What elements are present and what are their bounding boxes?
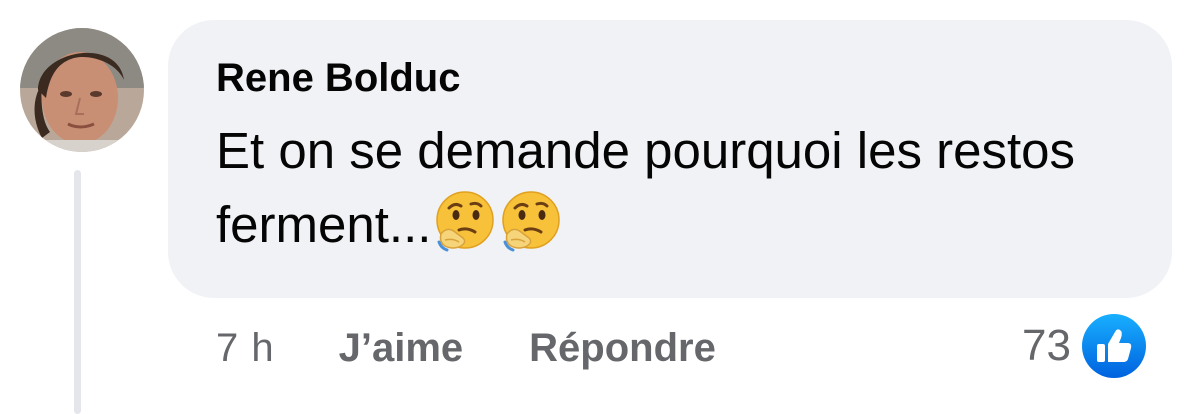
reaction-count: 73: [1022, 321, 1071, 370]
avatar[interactable]: [20, 28, 144, 152]
comment: Rene Bolduc Et on se demande pourquoi le…: [0, 0, 1200, 414]
reply-button[interactable]: Répondre: [529, 322, 716, 374]
thinking-face-icon: [499, 190, 563, 254]
comment-actions: 7 h J’aime Répondre: [216, 322, 716, 374]
reaction-summary[interactable]: 73: [1022, 310, 1149, 382]
comment-text: Et on se demande pourquoi les restos fer…: [216, 122, 1076, 253]
thread-line: [74, 170, 81, 414]
like-reaction-icon: [1078, 311, 1149, 381]
thinking-face-icon: [433, 190, 497, 254]
comment-author[interactable]: Rene Bolduc: [216, 52, 1124, 104]
comment-bubble: Rene Bolduc Et on se demande pourquoi le…: [168, 20, 1172, 298]
comment-text-block: Et on se demande pourquoi les restos fer…: [216, 114, 1096, 262]
comment-timestamp[interactable]: 7 h: [216, 322, 275, 374]
avatar-photo: [20, 28, 144, 152]
like-button[interactable]: J’aime: [339, 322, 464, 374]
